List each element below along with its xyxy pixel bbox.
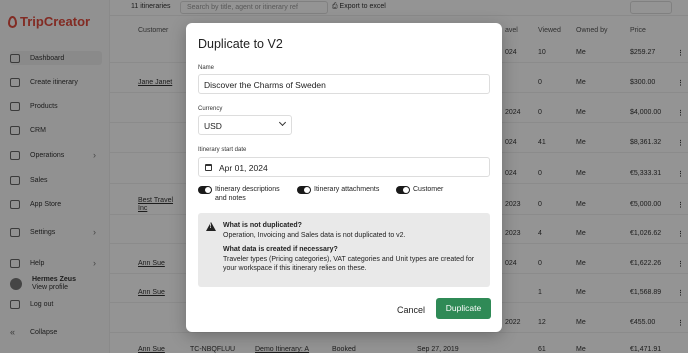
attachments-switch[interactable] bbox=[297, 186, 311, 194]
currency-label: Currency bbox=[198, 106, 223, 112]
start-date-value: Apr 01, 2024 bbox=[219, 163, 268, 173]
descriptions-switch[interactable] bbox=[198, 186, 212, 194]
dialog-title: Duplicate to V2 bbox=[198, 37, 283, 51]
cancel-button[interactable]: Cancel bbox=[397, 305, 425, 315]
warning-icon bbox=[206, 222, 216, 231]
info-answer-1: Operation, Invoicing and Sales data is n… bbox=[223, 232, 406, 239]
attachments-label: Itinerary attachments bbox=[314, 186, 380, 193]
duplicate-button[interactable]: Duplicate bbox=[436, 298, 491, 319]
customer-label: Customer bbox=[413, 186, 444, 193]
customer-switch[interactable] bbox=[396, 186, 410, 194]
currency-value: USD bbox=[204, 121, 222, 131]
toggle-customer[interactable]: Customer bbox=[396, 185, 443, 194]
calendar-icon bbox=[205, 164, 212, 171]
start-date-label: Itinerary start date bbox=[198, 147, 247, 153]
info-answer-2: Traveler types (Pricing categories), VAT… bbox=[223, 256, 475, 272]
name-input[interactable]: Discover the Charms of Sweden bbox=[198, 74, 490, 94]
descriptions-label-line1: Itinerary descriptions bbox=[215, 186, 280, 193]
duplicate-dialog: Duplicate to V2 Name Discover the Charms… bbox=[186, 23, 502, 332]
toggle-attachments[interactable]: Itinerary attachments bbox=[297, 185, 379, 194]
start-date-input[interactable]: Apr 01, 2024 bbox=[198, 157, 490, 177]
info-panel: What is not duplicated? Operation, Invoi… bbox=[198, 213, 490, 287]
toggle-descriptions[interactable]: Itinerary descriptions and notes bbox=[198, 185, 280, 203]
info-question-2: What data is created if necessary? bbox=[223, 246, 338, 253]
info-question-1: What is not duplicated? bbox=[223, 222, 302, 229]
currency-select[interactable]: USD bbox=[198, 115, 292, 135]
chevron-down-icon bbox=[278, 118, 287, 127]
name-label: Name bbox=[198, 65, 215, 71]
descriptions-label-line2: and notes bbox=[215, 195, 246, 202]
